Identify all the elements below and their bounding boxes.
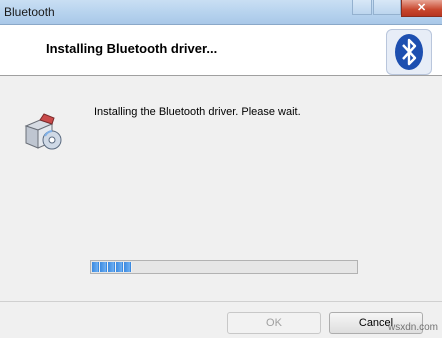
- minimize-button[interactable]: [352, 0, 372, 15]
- maximize-button[interactable]: [373, 0, 401, 15]
- bluetooth-logo-icon: [386, 29, 432, 75]
- title-bar: Bluetooth ✕: [0, 0, 442, 25]
- close-icon: ✕: [417, 2, 427, 14]
- ok-button[interactable]: OK: [227, 312, 321, 334]
- install-progress-bar: [90, 260, 358, 274]
- wizard-body: Installing the Bluetooth driver. Please …: [0, 76, 442, 301]
- window-title: Bluetooth: [4, 5, 55, 19]
- watermark: wsxdn.com: [387, 322, 438, 333]
- progress-fill: [92, 262, 132, 272]
- button-bar: OK Cancel: [0, 301, 442, 338]
- installer-package-icon: [20, 112, 64, 157]
- status-message: Installing the Bluetooth driver. Please …: [94, 106, 301, 118]
- close-button[interactable]: ✕: [401, 0, 442, 17]
- wizard-header: Installing Bluetooth driver...: [0, 25, 442, 76]
- page-title: Installing Bluetooth driver...: [46, 41, 218, 56]
